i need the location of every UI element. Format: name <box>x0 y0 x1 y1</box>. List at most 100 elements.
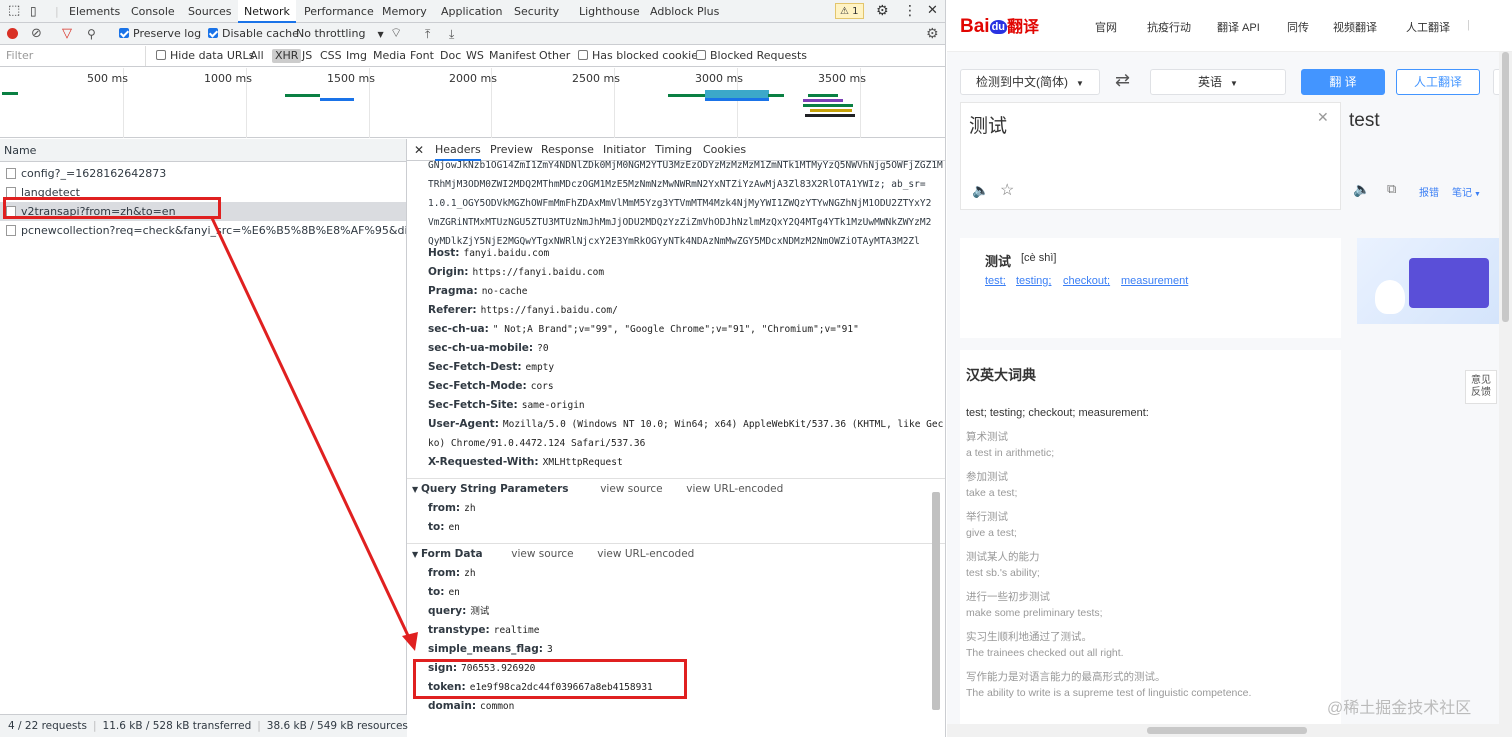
type-filter-doc[interactable]: Doc <box>440 46 461 66</box>
nav-anti-epidemic[interactable]: 抗疫行动 <box>1147 19 1191 35</box>
translate-button[interactable]: 翻 译 <box>1301 69 1385 95</box>
tab-lighthouse[interactable]: Lighthouse <box>579 0 640 23</box>
watermark: @稀土掘金技术社区 <box>1327 700 1472 717</box>
feedback-button[interactable]: 意见反馈 <box>1465 370 1497 404</box>
meaning-link[interactable]: test; <box>985 275 1006 287</box>
more-menu-icon[interactable]: ⋮ <box>903 0 917 23</box>
view-source-link[interactable]: view source <box>600 483 662 495</box>
type-filter-manifest[interactable]: Manifest <box>489 46 536 66</box>
filter-input[interactable]: Filter <box>2 46 146 66</box>
view-source-link[interactable]: view source <box>511 548 573 560</box>
type-filter-js[interactable]: JS <box>302 46 312 66</box>
settings-gear-icon[interactable]: ⚙ <box>876 0 889 23</box>
device-toggle-icon[interactable]: ▯ <box>30 0 37 23</box>
source-text-box[interactable]: 测试 ✕ 🔈 ☆ <box>960 102 1341 210</box>
page-horizontal-scrollbar[interactable] <box>947 724 1499 737</box>
query-string-section[interactable]: ▼ Query String Parameters view source vi… <box>407 478 945 498</box>
star-icon[interactable]: ☆ <box>1000 180 1014 200</box>
filter-icon[interactable]: ▽ <box>62 23 72 45</box>
example-en: give a test; <box>966 527 1017 539</box>
tab-memory[interactable]: Memory <box>382 0 427 23</box>
meaning-link[interactable]: testing; <box>1016 275 1051 287</box>
source-language-select[interactable]: 检测到中文(简体) ▼ <box>960 69 1100 95</box>
detail-scrollbar-thumb[interactable] <box>932 492 940 710</box>
target-text-box: test 🔈 ⧉ 报错 笔记 ▼ <box>1343 102 1499 210</box>
nav-official-site[interactable]: 官网 <box>1095 19 1117 35</box>
warning-badge[interactable]: ⚠ 1 <box>835 3 864 19</box>
import-har-icon[interactable]: ⤒ <box>425 23 430 45</box>
nav-translate-api[interactable]: 翻译 API <box>1217 19 1260 35</box>
has-blocked-cookies-checkbox[interactable]: Has blocked cookies <box>578 46 704 66</box>
network-overview-timeline[interactable]: 500 ms 1000 ms 1500 ms 2000 ms 2500 ms 3… <box>0 68 945 138</box>
request-row[interactable]: pcnewcollection?req=check&fanyi_src=%E6%… <box>0 221 406 240</box>
type-filter-css[interactable]: CSS <box>320 46 342 66</box>
view-url-encoded-link[interactable]: view URL-encoded <box>597 548 694 560</box>
close-devtools-icon[interactable]: ✕ <box>927 0 938 23</box>
tab-sources[interactable]: Sources <box>188 0 232 23</box>
type-filter-media[interactable]: Media <box>373 46 406 66</box>
scrollbar-thumb[interactable] <box>1502 52 1509 322</box>
tab-security[interactable]: Security <box>514 0 559 23</box>
search-icon[interactable]: ⚲ <box>87 23 96 45</box>
human-translate-button[interactable]: 人工翻译 <box>1396 69 1480 95</box>
type-filter-font[interactable]: Font <box>410 46 434 66</box>
scrollbar-thumb[interactable] <box>1147 727 1307 734</box>
form-data-section[interactable]: ▼ Form Data view source view URL-encoded <box>407 543 945 563</box>
tab-performance[interactable]: Performance <box>304 0 374 23</box>
type-filter-other[interactable]: Other <box>539 46 570 66</box>
disable-cache-checkbox[interactable]: Disable cache <box>208 23 299 45</box>
target-language-select[interactable]: 英语 ▼ <box>1150 69 1286 95</box>
network-conditions-icon[interactable]: ⌔ <box>390 23 402 45</box>
example-en: take a test; <box>966 487 1018 499</box>
record-icon[interactable] <box>7 28 18 39</box>
blocked-requests-checkbox[interactable]: Blocked Requests <box>696 46 807 66</box>
close-detail-icon[interactable]: ✕ <box>414 139 424 161</box>
inspect-icon[interactable]: ⬚ <box>8 0 20 23</box>
export-har-icon[interactable]: ⤓ <box>449 23 454 45</box>
dictionary-title: 汉英大词典 <box>966 367 1036 383</box>
nav-simultaneous[interactable]: 同传 <box>1287 19 1309 35</box>
request-row[interactable]: langdetect <box>0 183 406 202</box>
type-filter-img[interactable]: Img <box>346 46 367 66</box>
nav-video-translate[interactable]: 视频翻译 <box>1333 19 1377 35</box>
timeline-tick-label: 500 ms <box>87 72 128 85</box>
tab-elements[interactable]: Elements <box>69 0 120 23</box>
checkbox-icon <box>156 50 166 60</box>
swap-languages-icon[interactable]: ⇄ <box>1115 70 1130 91</box>
request-list-header[interactable]: Name <box>0 139 406 162</box>
preserve-log-checkbox[interactable]: Preserve log <box>119 23 201 45</box>
speaker-icon[interactable]: 🔈 <box>972 182 989 199</box>
type-filter-ws[interactable]: WS <box>466 46 484 66</box>
promo-illustration[interactable] <box>1357 238 1499 324</box>
notes-link[interactable]: 笔记 ▼ <box>1452 184 1481 199</box>
clear-text-icon[interactable]: ✕ <box>1317 109 1329 126</box>
page-scrollbar[interactable] <box>1499 52 1512 737</box>
tab-application[interactable]: Application <box>441 0 502 23</box>
speaker-icon[interactable]: 🔈 <box>1353 181 1370 198</box>
header-user-agent-cont: ko) Chrome/91.0.4472.124 Safari/537.36 <box>428 438 646 449</box>
baidu-logo[interactable]: Bai du 翻译 <box>960 13 1039 38</box>
copy-icon[interactable]: ⧉ <box>1387 181 1396 197</box>
network-settings-icon[interactable]: ⚙ <box>926 23 939 45</box>
tab-adblock-plus[interactable]: Adblock Plus <box>650 0 719 23</box>
source-text[interactable]: 测试 <box>969 111 1007 138</box>
meaning-link[interactable]: measurement <box>1121 275 1188 287</box>
hide-data-urls-checkbox[interactable]: Hide data URLs <box>156 46 254 66</box>
report-error-link[interactable]: 报错 <box>1419 184 1439 199</box>
request-row-selected[interactable]: v2transapi?from=zh&to=en <box>0 202 406 221</box>
view-url-encoded-link[interactable]: view URL-encoded <box>686 483 783 495</box>
timeline-tick-label: 2000 ms <box>449 72 497 85</box>
tab-network[interactable]: Network <box>238 0 296 23</box>
meaning-link[interactable]: checkout; <box>1063 275 1110 287</box>
throttling-select[interactable]: No throttling ▼ <box>296 23 384 45</box>
nav-human-translate[interactable]: 人工翻译 <box>1406 19 1450 35</box>
type-filter-xhr[interactable]: XHR <box>272 49 302 63</box>
tab-console[interactable]: Console <box>131 0 175 23</box>
clear-icon[interactable]: ⊘ <box>31 23 42 45</box>
request-row[interactable]: config?_=1628162642873 <box>0 164 406 183</box>
type-filter-all[interactable]: All <box>250 46 264 66</box>
header-sec-ch-ua: sec-ch-ua: " Not;A Brand";v="99", "Google… <box>428 323 859 335</box>
form-param: transtype: realtime <box>428 624 540 636</box>
baidu-translate-page: Bai du 翻译 官网 抗疫行动 翻译 API 同传 视频翻译 人工翻译 | 检测… <box>947 0 1512 737</box>
dropdown-arrow-icon: ▼ <box>1230 79 1238 88</box>
